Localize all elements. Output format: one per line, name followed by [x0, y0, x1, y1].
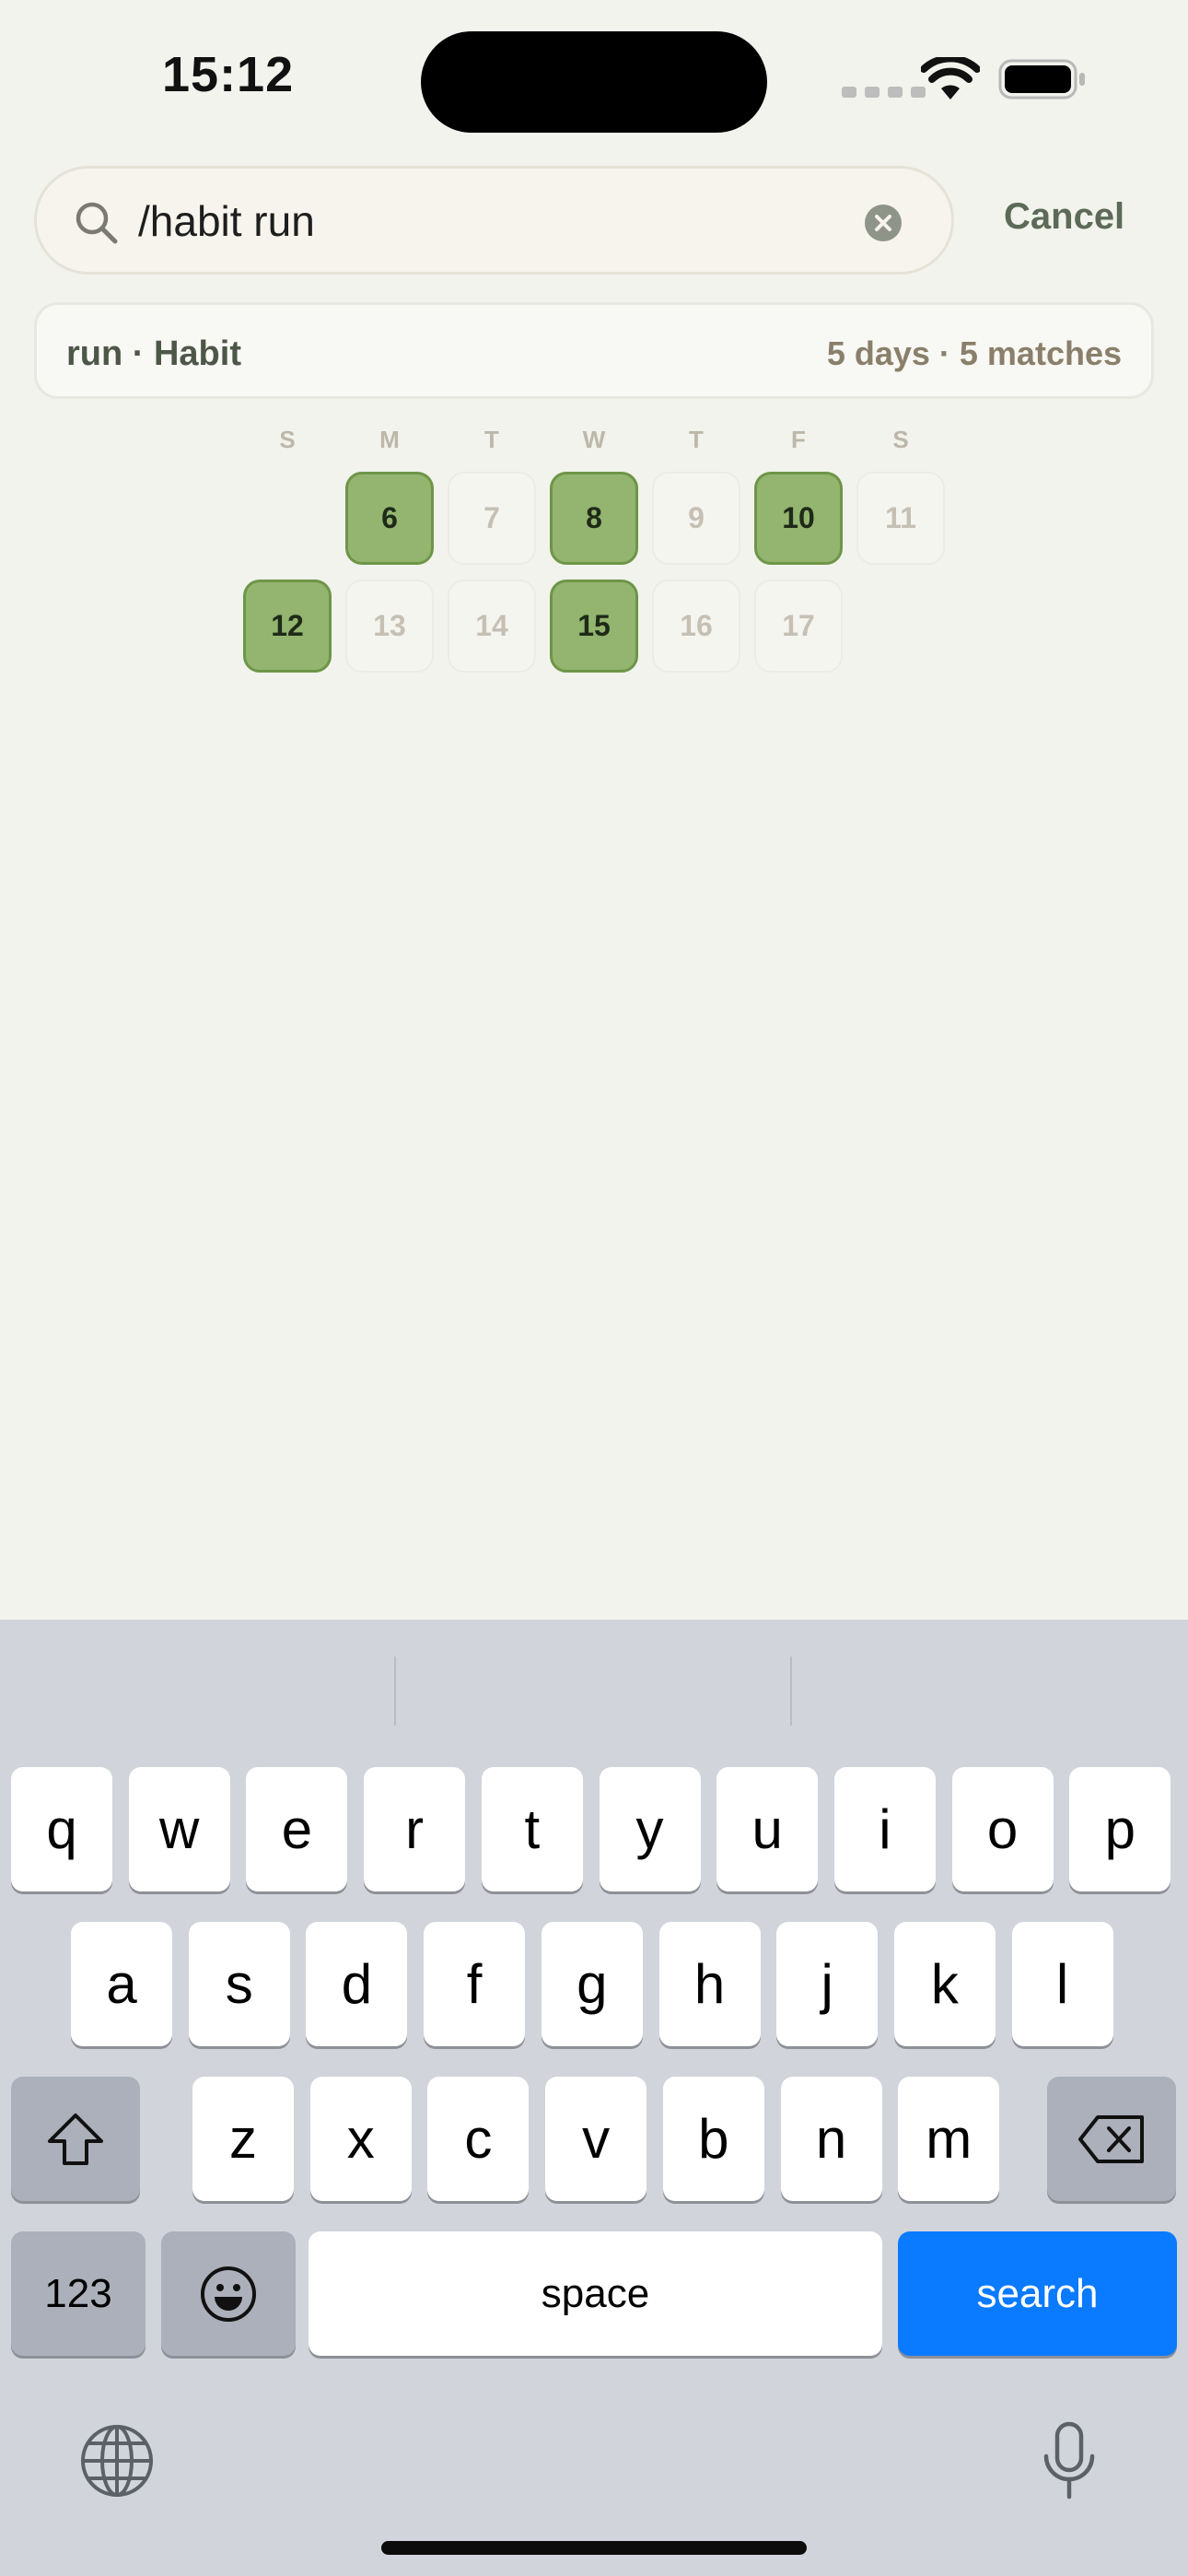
key-d[interactable]: d — [306, 1922, 408, 2046]
delete-key[interactable] — [1047, 2077, 1176, 2201]
key-y[interactable]: y — [599, 1767, 701, 1891]
weekday-label: M — [379, 426, 400, 453]
key-q[interactable]: q — [11, 1767, 112, 1891]
key-r[interactable]: r — [364, 1767, 466, 1891]
calendar-day[interactable]: 7 — [448, 472, 536, 565]
calendar-day[interactable]: 11 — [856, 472, 945, 565]
calendar-day[interactable]: 12 — [243, 580, 332, 673]
numbers-key[interactable]: 123 — [11, 2231, 146, 2356]
key-f[interactable]: f — [424, 1922, 526, 2046]
emoji-key[interactable] — [161, 2231, 296, 2356]
key-j[interactable]: j — [776, 1922, 879, 2046]
key-a[interactable]: a — [71, 1922, 172, 2046]
calendar-day[interactable]: 9 — [652, 472, 740, 565]
shift-key[interactable] — [11, 2077, 140, 2201]
key-t[interactable]: t — [481, 1767, 583, 1891]
globe-icon[interactable] — [79, 2423, 155, 2499]
key-w[interactable]: w — [128, 1767, 230, 1891]
weekday-label: T — [484, 426, 499, 453]
clear-icon[interactable] — [864, 204, 903, 242]
dynamic-island — [421, 31, 767, 133]
calendar-day[interactable]: 17 — [754, 580, 843, 673]
search-input[interactable] — [138, 187, 856, 255]
key-b[interactable]: b — [662, 2077, 764, 2201]
weekday-label: S — [892, 426, 909, 453]
wifi-icon — [921, 57, 980, 100]
calendar-day[interactable]: 10 — [754, 472, 843, 565]
emoji-icon — [201, 2266, 256, 2322]
search-bar[interactable] — [34, 166, 954, 275]
shift-icon — [48, 2113, 103, 2165]
key-u[interactable]: u — [716, 1767, 819, 1891]
status-time: 15:12 — [162, 47, 295, 102]
calendar-day[interactable]: 14 — [448, 580, 536, 673]
keyboard: q w e r t y u i o p a s d f g h j k l z x c v b n m 123 space search — [0, 1620, 1188, 2576]
key-k[interactable]: k — [893, 1922, 996, 2046]
result-title: run · Habit — [66, 334, 241, 373]
key-m[interactable]: m — [898, 2077, 1000, 2201]
key-v[interactable]: v — [545, 2077, 647, 2201]
key-e[interactable]: e — [246, 1767, 348, 1891]
result-summary: 5 days · 5 matches — [826, 334, 1122, 372]
key-c[interactable]: c — [427, 2077, 530, 2201]
key-l[interactable]: l — [1011, 1922, 1113, 2046]
calendar-day[interactable]: 15 — [550, 580, 638, 673]
calendar-day[interactable]: 16 — [652, 580, 740, 673]
weekday-label: S — [279, 426, 296, 453]
key-z[interactable]: z — [192, 2077, 294, 2201]
key-p[interactable]: p — [1069, 1767, 1171, 1891]
key-n[interactable]: n — [780, 2077, 882, 2201]
cellular-signal-icon — [842, 87, 926, 98]
calendar-day[interactable]: 6 — [345, 472, 434, 565]
key-x[interactable]: x — [309, 2077, 412, 2201]
cancel-button[interactable]: Cancel — [1004, 196, 1124, 238]
weekday-label: T — [689, 426, 704, 453]
microphone-icon[interactable] — [1041, 2421, 1098, 2500]
key-i[interactable]: i — [833, 1767, 936, 1891]
weekday-label: W — [582, 426, 606, 453]
predictive-divider — [394, 1657, 396, 1726]
calendar-day[interactable]: 8 — [550, 472, 638, 565]
delete-icon — [1078, 2114, 1144, 2163]
search-key[interactable]: search — [898, 2231, 1177, 2356]
battery-icon — [998, 59, 1085, 100]
weekday-label: F — [791, 426, 806, 453]
search-icon — [76, 202, 118, 244]
predictive-divider — [790, 1657, 792, 1726]
calendar-day[interactable]: 13 — [345, 580, 434, 673]
result-card: run · Habit 5 days · 5 matches — [34, 302, 1154, 399]
key-h[interactable]: h — [658, 1922, 761, 2046]
home-indicator — [381, 2541, 807, 2555]
key-s[interactable]: s — [188, 1922, 290, 2046]
space-key[interactable]: space — [309, 2231, 882, 2356]
key-o[interactable]: o — [951, 1767, 1054, 1891]
key-g[interactable]: g — [541, 1922, 643, 2046]
